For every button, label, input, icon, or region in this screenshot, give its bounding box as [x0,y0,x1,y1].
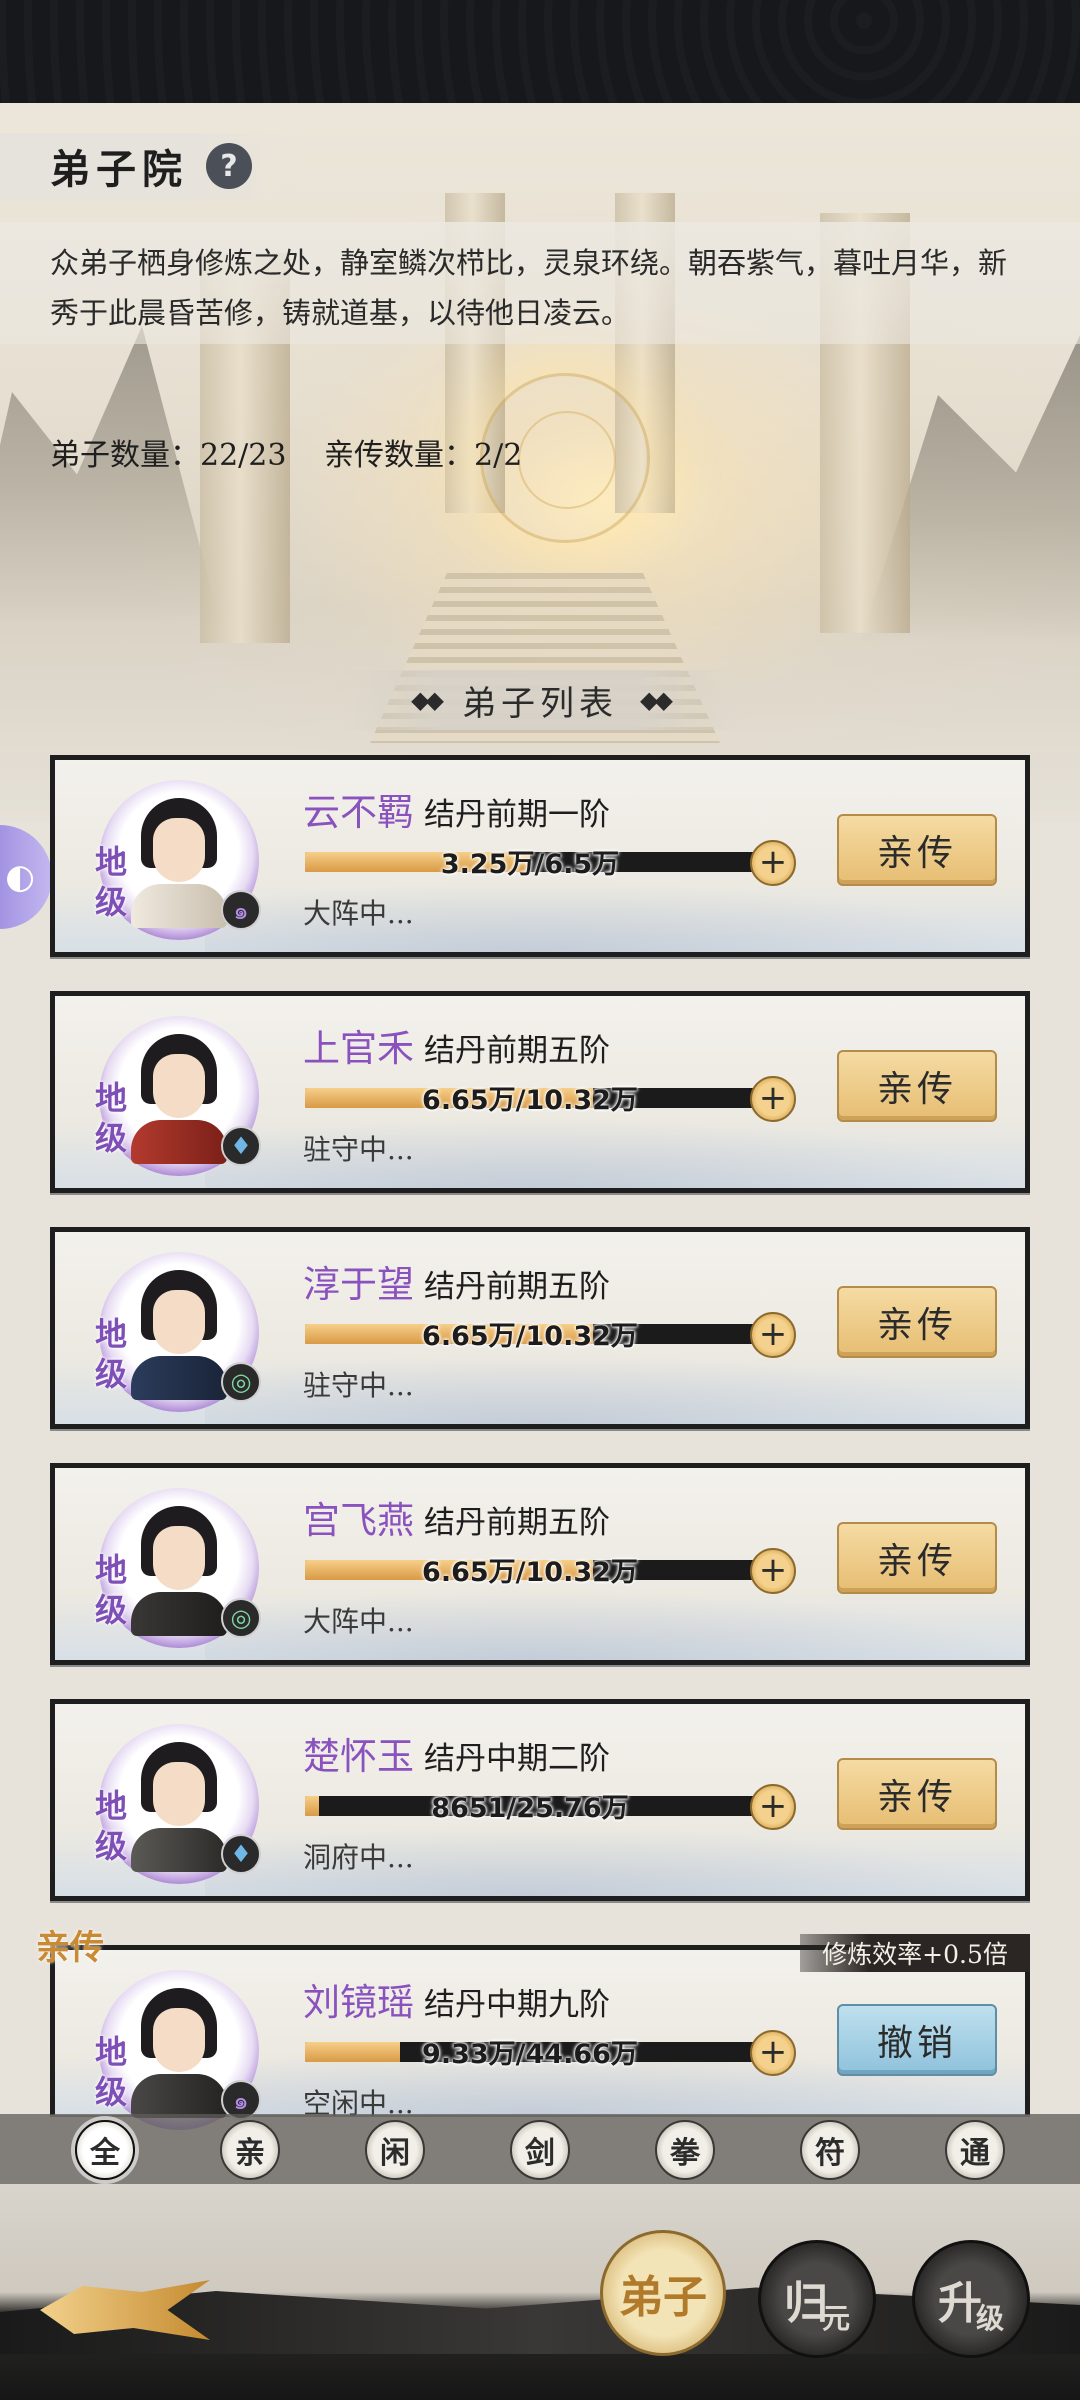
disciple-status: 洞府中... [303,1841,414,1874]
disciple-status: 大阵中... [303,897,414,930]
rank-label: 地级 [95,2033,128,2111]
disciple-card[interactable]: 地级 ◎ 宫飞燕 结丹前期五阶 6.65万/10.32万 + 大阵中... 亲传 [50,1463,1030,1665]
count-summary: 弟子数量：22/23 亲传数量：2/2 [50,430,550,474]
disciple-status: 驻守中... [303,1133,414,1166]
disciple-realm: 结丹前期五阶 [424,1505,610,1541]
disciple-realm: 结丹中期九阶 [424,1987,610,2023]
wind-element-icon: ◎ [221,1362,261,1402]
disciple-name: 宫飞燕 结丹前期五阶 [303,1499,610,1542]
description-text: 众弟子栖身修炼之处，静室鳞次栉比，灵泉环绕。朝吞紫气，暮吐月华，新秀于此晨昏苦修… [0,222,1080,344]
status-bar [0,0,1080,103]
disciple-status: 大阵中... [303,1605,414,1638]
personal-count: 亲传数量：2/2 [324,438,523,473]
disciple-card[interactable]: 地级 ๑ 云不羁 结丹前期一阶 3.25万/6.5万 + 大阵中... 亲传 [50,755,1030,957]
nav-disciples-button[interactable]: 弟子 [600,2230,726,2356]
disciple-status: 驻守中... [303,1369,414,1402]
flame-element-icon: ๑ [221,890,261,930]
add-cultivation-button[interactable]: + [750,2030,796,2076]
cultivation-progress-text: 6.65万/10.32万 [422,1085,638,1116]
nav-guiyuan-sub: 元 [821,2302,850,2335]
help-icon[interactable]: ? [206,143,252,189]
disciple-card[interactable]: 地级 ♦ 楚怀玉 结丹中期二阶 8651/25.76万 + 洞府中... 亲传 [50,1699,1030,1901]
rank-label: 地级 [95,1787,128,1865]
wind-element-icon: ◎ [221,1598,261,1638]
filter-idle[interactable]: 闲 [365,2120,425,2180]
add-cultivation-button[interactable]: + [750,1548,796,1594]
disciple-realm: 结丹前期五阶 [424,1033,610,1069]
cultivation-progress-text: 6.65万/10.32万 [422,1557,638,1588]
disciple-realm: 结丹中期二阶 [424,1741,610,1777]
add-cultivation-button[interactable]: + [750,1784,796,1830]
disciple-name: 云不羁 结丹前期一阶 [303,791,610,834]
rank-label: 地级 [95,1551,128,1629]
disciple-name: 楚怀玉 结丹中期二阶 [303,1735,610,1778]
filter-all[interactable]: 全 [75,2120,135,2180]
disciple-name: 淳于望 结丹前期五阶 [303,1263,610,1306]
water-element-icon: ♦ [221,1126,261,1166]
add-cultivation-button[interactable]: + [750,1076,796,1122]
appoint-personal-button[interactable]: 亲传 [837,1286,997,1358]
nav-upgrade-button[interactable]: 升级 [912,2240,1030,2358]
disciple-realm: 结丹前期一阶 [424,797,610,833]
cultivation-progress-text: 9.33万/44.66万 [422,2039,638,2070]
cultivation-bonus-badge: 修炼效率+0.5倍 [800,1934,1030,1972]
list-header: ◆◆ 弟子列表 ◆◆ [340,670,740,730]
cultivation-progress-text: 8651/25.76万 [431,1793,629,1824]
rank-label: 地级 [95,1315,128,1393]
filter-general[interactable]: 通 [945,2120,1005,2180]
filter-fist[interactable]: 拳 [655,2120,715,2180]
filter-personal[interactable]: 亲 [220,2120,280,2180]
filter-sword[interactable]: 剑 [510,2120,570,2180]
nav-upgrade-sub: 级 [975,2302,1004,2335]
page-title-bar: 弟子院 ? [0,133,300,199]
add-cultivation-button[interactable]: + [750,1312,796,1358]
disciple-name: 上官禾 结丹前期五阶 [303,1027,610,1070]
water-element-icon: ♦ [221,1834,261,1874]
rank-label: 地级 [95,1079,128,1157]
disciple-count: 弟子数量：22/23 [50,438,287,473]
revoke-personal-button[interactable]: 撤销 [837,2004,997,2076]
page-title: 弟子院 [50,146,188,193]
appoint-personal-button[interactable]: 亲传 [837,1050,997,1122]
appoint-personal-button[interactable]: 亲传 [837,814,997,886]
disciple-card[interactable]: 地级 ◎ 淳于望 结丹前期五阶 6.65万/10.32万 + 驻守中... 亲传 [50,1227,1030,1429]
personal-disciple-tag: 亲传 [36,1928,104,1968]
appoint-personal-button[interactable]: 亲传 [837,1522,997,1594]
cultivation-progress-text: 6.65万/10.32万 [422,1321,638,1352]
rank-label: 地级 [95,843,128,921]
cultivation-progress-text: 3.25万/6.5万 [440,849,620,880]
ornament-right-icon: ◆◆ [640,686,673,714]
filter-talisman[interactable]: 符 [800,2120,860,2180]
ornament-left-icon: ◆◆ [411,686,444,714]
disciple-card[interactable]: 地级 ♦ 上官禾 结丹前期五阶 6.65万/10.32万 + 驻守中... 亲传 [50,991,1030,1193]
list-title: 弟子列表 [462,683,618,724]
disciple-name: 刘镜瑶 结丹中期九阶 [303,1981,610,2024]
appoint-personal-button[interactable]: 亲传 [837,1758,997,1830]
nav-guiyuan-button[interactable]: 归元 [758,2240,876,2358]
gamepad-icon[interactable]: ◐ [0,825,52,929]
disciple-realm: 结丹前期五阶 [424,1269,610,1305]
add-cultivation-button[interactable]: + [750,840,796,886]
